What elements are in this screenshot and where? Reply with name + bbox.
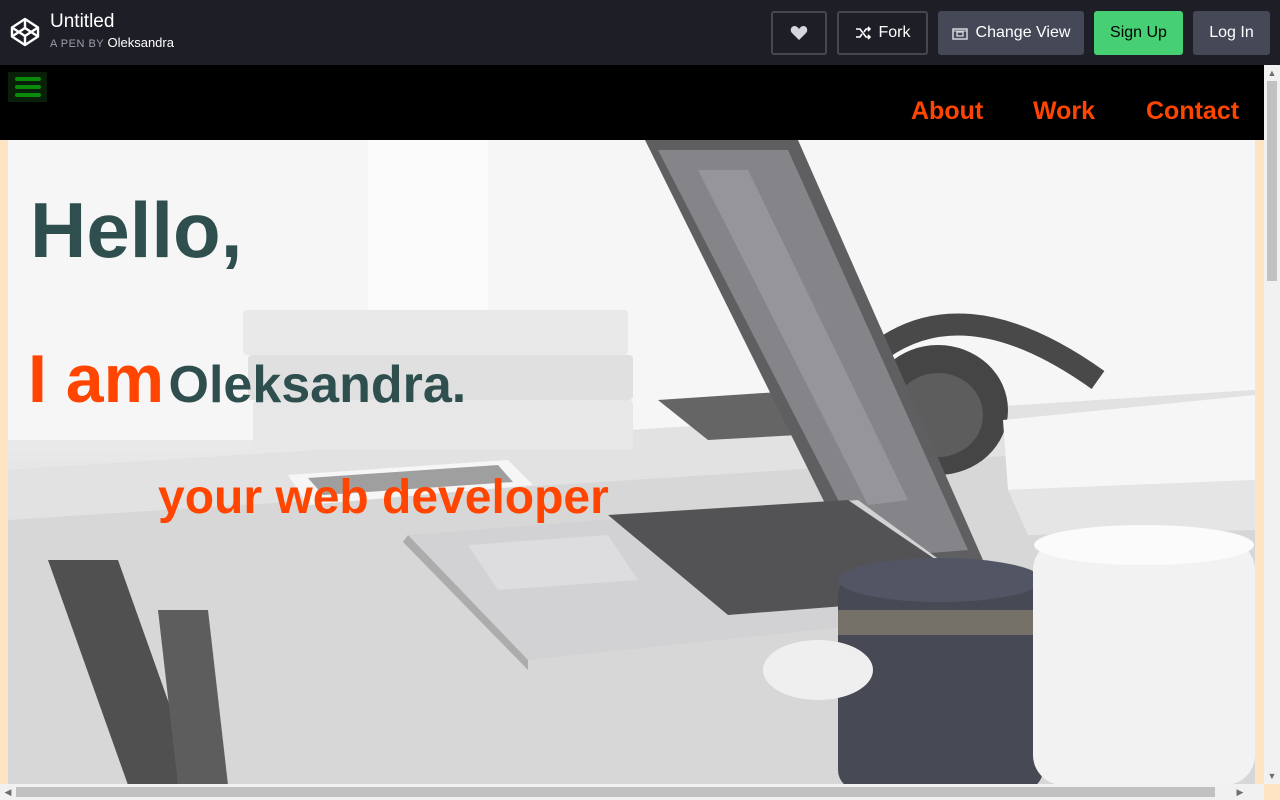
heart-button[interactable]: [771, 11, 827, 55]
horizontal-scrollbar-thumb[interactable]: [16, 787, 1215, 797]
nav-link-work[interactable]: Work: [1033, 97, 1095, 126]
log-in-button[interactable]: Log In: [1193, 11, 1270, 55]
change-view-label: Change View: [975, 24, 1071, 41]
fork-icon: [855, 26, 871, 40]
change-view-button[interactable]: Change View: [938, 11, 1084, 55]
scroll-right-icon[interactable]: ▶: [1232, 784, 1248, 800]
pen-title[interactable]: Untitled: [50, 11, 174, 33]
pen-title-block: Untitled A PEN BY Oleksandra: [50, 11, 174, 52]
pen-byline: A PEN BY Oleksandra: [50, 35, 174, 52]
nav-link-about[interactable]: About: [911, 97, 983, 126]
vertical-scrollbar-thumb[interactable]: [1267, 81, 1277, 281]
nav-link-contact[interactable]: Contact: [1146, 97, 1239, 126]
hamburger-menu-icon[interactable]: [8, 72, 47, 102]
horizontal-scrollbar[interactable]: ◀ ▶: [0, 784, 1264, 800]
scroll-left-icon[interactable]: ◀: [0, 784, 16, 800]
scroll-down-icon[interactable]: ▼: [1264, 768, 1280, 784]
hero-iam: I am: [28, 341, 165, 417]
hero-tagline: your web developer: [158, 471, 609, 524]
byline-prefix: A PEN BY: [50, 38, 105, 50]
hero-greeting: Hello,: [30, 186, 243, 274]
author-link[interactable]: Oleksandra: [107, 35, 173, 50]
hero-intro-line: I am Oleksandra.: [28, 340, 466, 418]
pen-preview: About Work Contact Hello, I am Oleksandr…: [0, 65, 1280, 800]
hero-name: Oleksandra.: [168, 356, 467, 414]
codepen-logo-icon[interactable]: [10, 17, 40, 47]
scroll-up-icon[interactable]: ▲: [1264, 65, 1280, 81]
fork-label: Fork: [878, 24, 911, 41]
hero-section: Hello, I am Oleksandra. your web develop…: [8, 140, 1255, 785]
vertical-scrollbar[interactable]: ▲ ▼: [1264, 65, 1280, 784]
sign-up-button[interactable]: Sign Up: [1094, 11, 1183, 55]
site-navbar: About Work Contact: [0, 65, 1264, 140]
fork-button[interactable]: Fork: [837, 11, 928, 55]
heart-icon: [790, 26, 808, 40]
change-view-icon: [951, 27, 968, 40]
codepen-header: Untitled A PEN BY Oleksandra Fork Change…: [0, 0, 1280, 65]
